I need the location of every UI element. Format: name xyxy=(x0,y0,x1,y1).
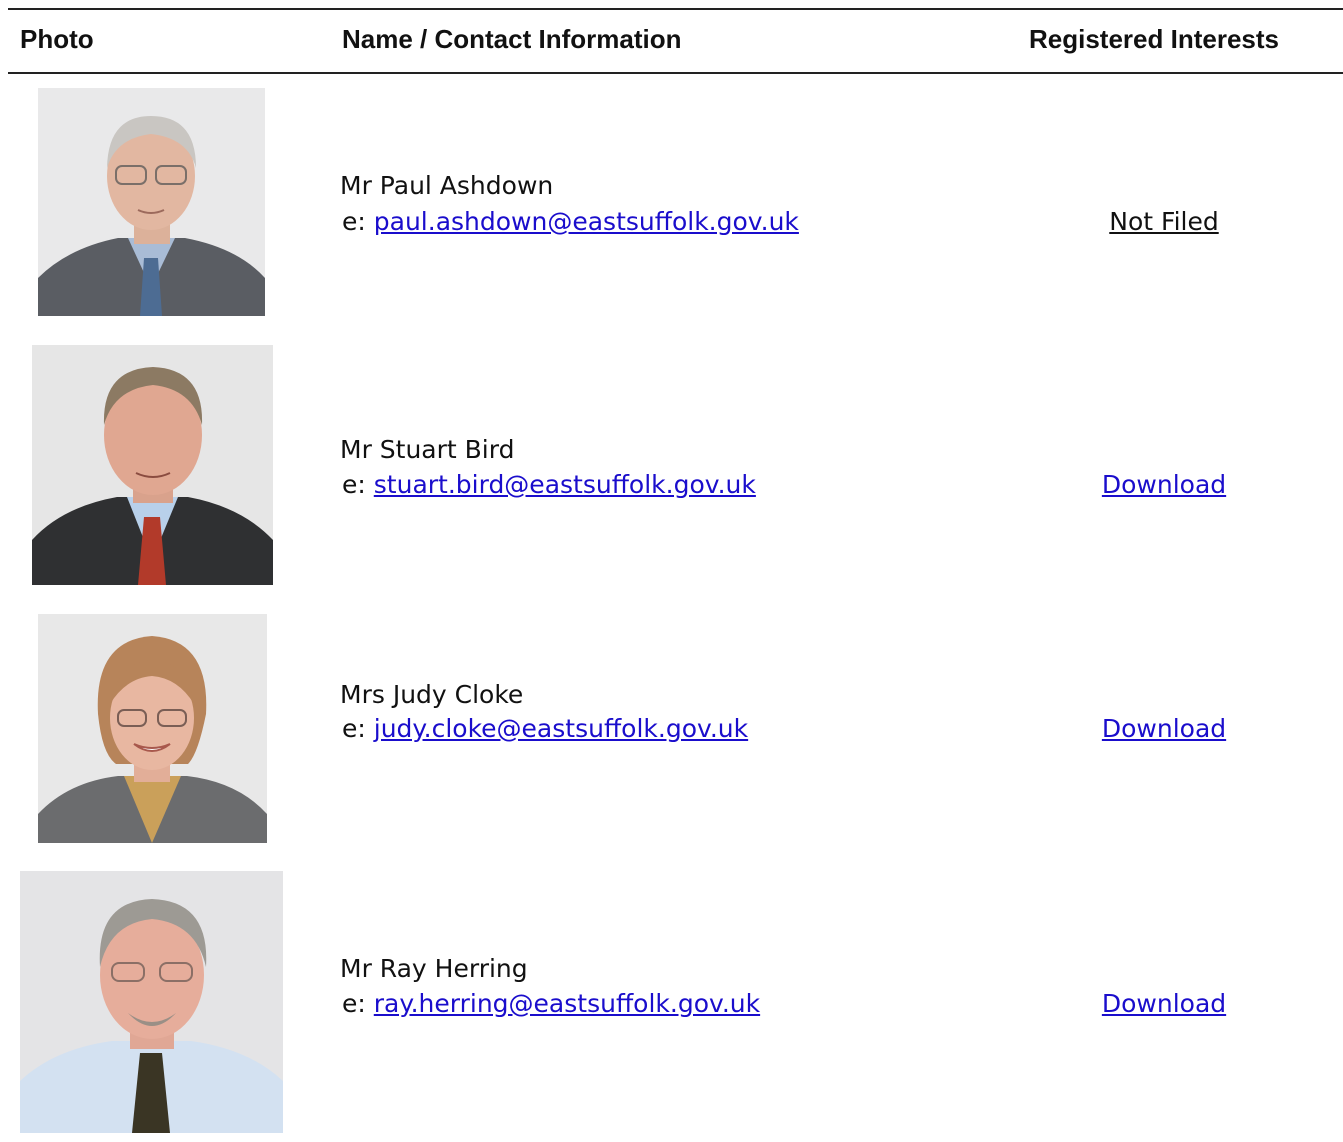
councillor-email-link[interactable]: stuart.bird@eastsuffolk.gov.uk xyxy=(374,470,756,499)
registered-interests-cell: Download xyxy=(1064,470,1264,499)
councillor-email-line: e: ray.herring@eastsuffolk.gov.uk xyxy=(342,989,760,1018)
registered-interests-status: Not Filed xyxy=(1109,207,1219,236)
councillor-name: Mr Ray Herring xyxy=(340,954,528,983)
registered-interests-cell: Download xyxy=(1064,989,1264,1018)
councillor-email-link[interactable]: judy.cloke@eastsuffolk.gov.uk xyxy=(374,714,748,743)
councillor-name: Mr Paul Ashdown xyxy=(340,171,554,200)
councillor-name: Mrs Judy Cloke xyxy=(340,680,524,709)
registered-interests-download-link[interactable]: Download xyxy=(1102,989,1226,1018)
email-prefix: e: xyxy=(342,714,374,743)
councillor-photo xyxy=(20,871,283,1133)
registered-interests-cell: Download xyxy=(1064,714,1264,743)
email-prefix: e: xyxy=(342,989,374,1018)
registered-interests-download-link[interactable]: Download xyxy=(1102,470,1226,499)
councillor-email-link[interactable]: paul.ashdown@eastsuffolk.gov.uk xyxy=(374,207,799,236)
councillor-photo xyxy=(32,345,273,585)
column-header-registered-interests: Registered Interests xyxy=(1029,24,1279,54)
councillor-photo xyxy=(38,88,265,316)
councillor-email-link[interactable]: ray.herring@eastsuffolk.gov.uk xyxy=(374,989,760,1018)
councillor-email-line: e: judy.cloke@eastsuffolk.gov.uk xyxy=(342,714,748,743)
councillor-email-line: e: paul.ashdown@eastsuffolk.gov.uk xyxy=(342,207,799,236)
councillor-photo xyxy=(38,614,267,843)
email-prefix: e: xyxy=(342,207,374,236)
councillor-name: Mr Stuart Bird xyxy=(340,435,515,464)
column-header-photo: Photo xyxy=(20,24,94,54)
registered-interests-cell: Not Filed xyxy=(1064,207,1264,236)
email-prefix: e: xyxy=(342,470,374,499)
registered-interests-download-link[interactable]: Download xyxy=(1102,714,1226,743)
table-top-rule xyxy=(8,8,1343,10)
column-header-name-contact: Name / Contact Information xyxy=(342,24,682,54)
councillor-email-line: e: stuart.bird@eastsuffolk.gov.uk xyxy=(342,470,756,499)
table-header-rule xyxy=(8,72,1343,74)
